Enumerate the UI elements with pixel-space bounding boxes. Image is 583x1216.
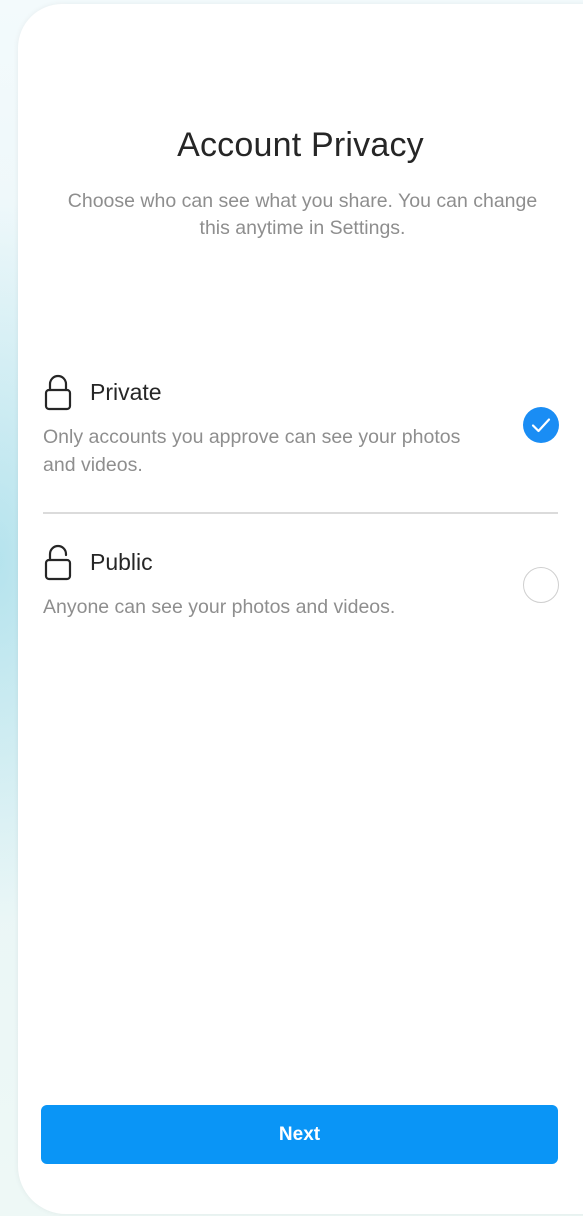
radio-private-selected[interactable] (523, 407, 559, 443)
privacy-option-public[interactable]: Public Anyone can see your photos and vi… (43, 542, 559, 632)
option-header: Public (43, 542, 558, 582)
option-description-public: Anyone can see your photos and videos. (43, 596, 396, 618)
radio-public-unselected[interactable] (523, 567, 559, 603)
page-subtitle: Choose who can see what you share. You c… (67, 190, 538, 239)
option-label-private: Private (90, 378, 162, 405)
next-button[interactable]: Next (41, 1105, 558, 1164)
lock-open-icon (43, 542, 73, 582)
checkmark-icon (531, 418, 551, 433)
divider (43, 512, 558, 514)
lock-closed-icon (43, 372, 73, 412)
privacy-option-private[interactable]: Private Only accounts you approve can se… (43, 372, 559, 512)
option-header: Private (43, 372, 558, 412)
option-description-private: Only accounts you approve can see your p… (43, 426, 461, 476)
page-title: Account Privacy (177, 126, 424, 164)
phone-screen: Account Privacy Choose who can see what … (18, 4, 583, 1214)
option-label-public: Public (90, 548, 153, 575)
